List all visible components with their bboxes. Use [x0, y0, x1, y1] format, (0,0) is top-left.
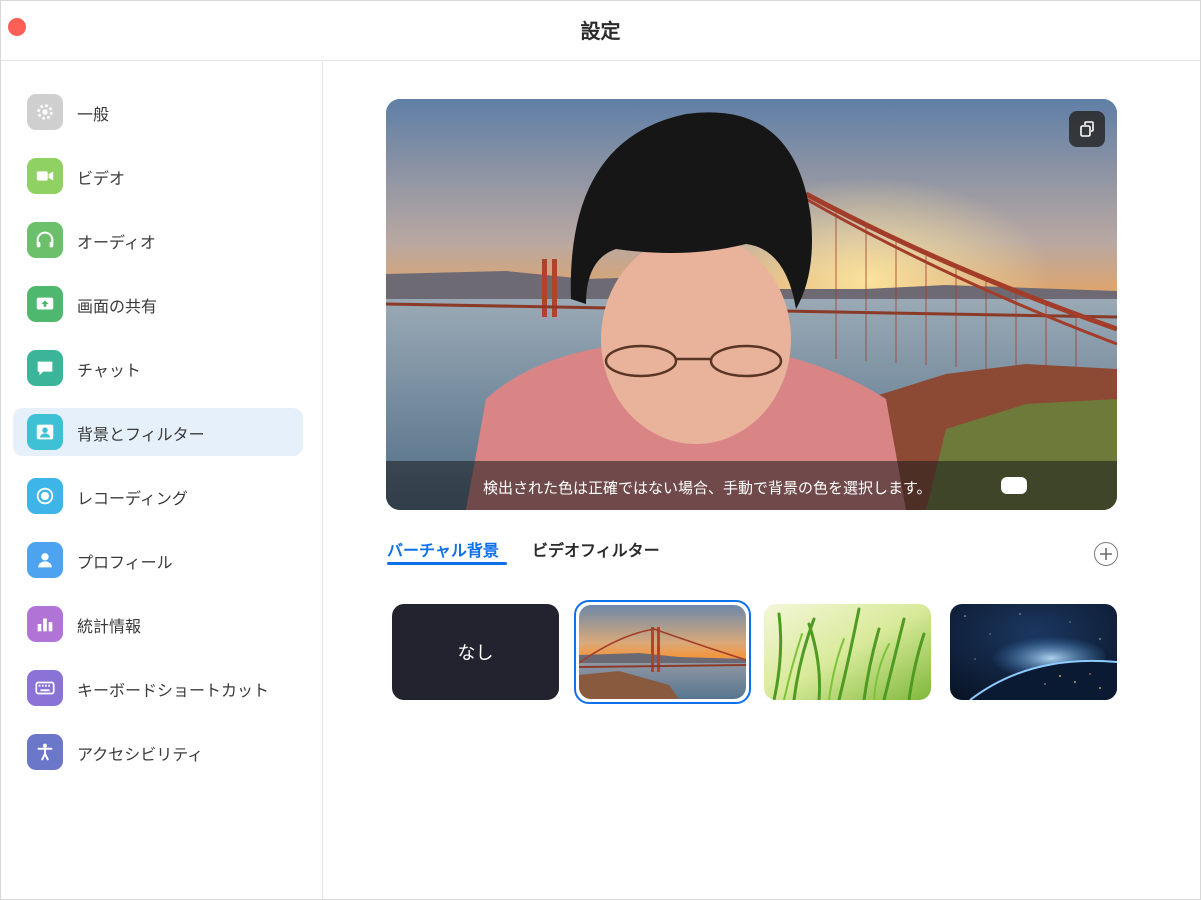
- color-detection-caption-bar: 検出された色は正確ではない場合、手動で背景の色を選択します。: [386, 461, 1117, 510]
- grass-thumbnail-image: [764, 604, 931, 700]
- keyboard-icon: [27, 670, 63, 706]
- sidebar-item-recording[interactable]: レコーディング: [13, 472, 303, 520]
- sidebar-item-audio[interactable]: オーディオ: [13, 216, 303, 264]
- headphones-icon: [27, 222, 63, 258]
- golden-gate-thumbnail-image: [579, 605, 746, 699]
- sidebar-item-label: 統計情報: [77, 617, 142, 636]
- sidebar-item-background-filters[interactable]: 背景とフィルター: [13, 408, 303, 456]
- sidebar-item-general[interactable]: 一般: [13, 88, 303, 136]
- accessibility-icon: [27, 734, 63, 770]
- record-icon: [27, 478, 63, 514]
- sidebar-item-label: 一般: [77, 105, 110, 124]
- background-option-grass[interactable]: [764, 604, 931, 700]
- gear-icon: [27, 94, 63, 130]
- sidebar-item-share-screen[interactable]: 画面の共有: [13, 280, 303, 328]
- tab-virtual-background[interactable]: バーチャル背景: [387, 537, 499, 561]
- window-title: 設定: [580, 19, 621, 43]
- sidebar-item-label: キーボードショートカット: [77, 681, 270, 700]
- background-option-earth[interactable]: [950, 604, 1117, 700]
- sidebar-item-label: オーディオ: [77, 233, 156, 252]
- title-bar: 設定: [1, 1, 1200, 61]
- sidebar-item-label: 画面の共有: [77, 297, 158, 316]
- sidebar-item-accessibility[interactable]: アクセシビリティ: [13, 728, 303, 776]
- background-option-none[interactable]: なし: [392, 604, 559, 700]
- settings-sidebar: 一般 ビデオ オーディオ 画面の共有 チャット 背景とフィルター レコーディング…: [1, 62, 323, 899]
- camera-preview: 検出された色は正確ではない場合、手動で背景の色を選択します。: [386, 99, 1117, 510]
- add-background-button[interactable]: [1094, 542, 1118, 566]
- active-tab-indicator: [387, 562, 507, 565]
- background-person-icon: [27, 414, 63, 450]
- sidebar-item-label: レコーディング: [77, 489, 188, 508]
- bar-chart-icon: [27, 606, 63, 642]
- tab-video-filter[interactable]: ビデオフィルター: [532, 537, 660, 561]
- rotate-camera-icon: [1080, 121, 1094, 137]
- sidebar-item-label: 背景とフィルター: [77, 425, 205, 444]
- settings-window: 設定 一般 ビデオ オーディオ 画面の共有 チャット 背景とフィルター レコーデ…: [0, 0, 1201, 900]
- share-screen-icon: [27, 286, 63, 322]
- background-filters-panel: 検出された色は正確ではない場合、手動で背景の色を選択します。 バーチャル背景 ビ…: [324, 62, 1200, 899]
- profile-icon: [27, 542, 63, 578]
- sidebar-item-label: ビデオ: [77, 169, 126, 188]
- sidebar-item-video[interactable]: ビデオ: [13, 152, 303, 200]
- color-picker-toggle[interactable]: [1001, 477, 1027, 494]
- video-camera-icon: [27, 158, 63, 194]
- earth-thumbnail-image: [950, 604, 1117, 700]
- color-detection-caption: 検出された色は正確ではない場合、手動で背景の色を選択します。: [483, 479, 932, 497]
- sidebar-item-keyboard-shortcuts[interactable]: キーボードショートカット: [13, 664, 303, 712]
- plus-icon: [1100, 548, 1112, 560]
- sidebar-item-label: アクセシビリティ: [77, 745, 204, 764]
- sidebar-item-profile[interactable]: プロフィール: [13, 536, 303, 584]
- preview-video-image: [386, 99, 1117, 510]
- chat-bubble-icon: [27, 350, 63, 386]
- sidebar-item-statistics[interactable]: 統計情報: [13, 600, 303, 648]
- sidebar-item-label: チャット: [77, 361, 141, 380]
- sidebar-item-chat[interactable]: チャット: [13, 344, 303, 392]
- rotate-camera-button[interactable]: [1069, 111, 1105, 147]
- sidebar-item-label: プロフィール: [77, 553, 173, 572]
- background-option-golden-gate-bridge[interactable]: [579, 605, 746, 699]
- background-none-label: なし: [457, 643, 494, 664]
